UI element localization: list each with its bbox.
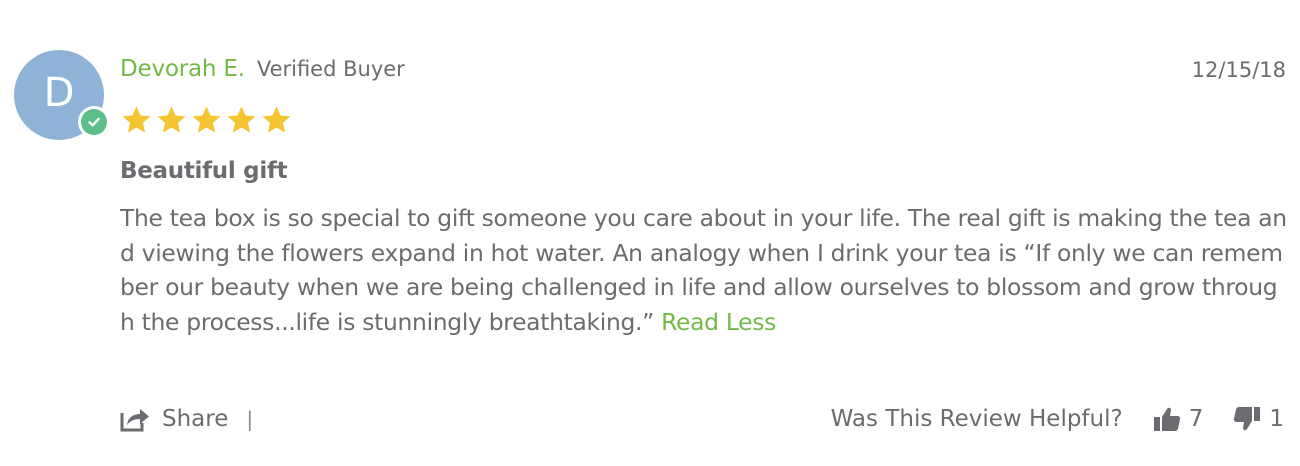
star-rating (120, 104, 293, 136)
author-name: Devorah E. (120, 56, 245, 82)
star-icon (225, 104, 258, 136)
thumbs-down-button[interactable]: 1 (1233, 406, 1284, 432)
star-icon (190, 104, 223, 136)
review-header: Devorah E. Verified Buyer (120, 56, 405, 88)
helpful-area: Was This Review Helpful? 7 1 (831, 402, 1284, 436)
verified-buyer-label: Verified Buyer (256, 57, 405, 81)
share-button[interactable]: Share (162, 406, 228, 432)
star-icon (260, 104, 293, 136)
verified-check-icon (78, 106, 110, 138)
avatar-initial: D (43, 70, 75, 116)
share-area: Share | (120, 402, 253, 436)
helpful-label: Was This Review Helpful? (830, 406, 1123, 432)
review-date: 12/15/18 (1191, 58, 1286, 82)
thumbs-down-icon (1233, 406, 1261, 432)
review-body: The tea box is so special to gift someon… (120, 201, 1288, 339)
star-icon (120, 104, 153, 136)
footer-divider: | (246, 407, 254, 431)
read-less-link[interactable]: Read Less (661, 308, 776, 336)
review-title: Beautiful gift (120, 158, 288, 184)
share-icon[interactable] (120, 406, 150, 432)
upvote-count: 7 (1188, 406, 1204, 432)
thumbs-up-button[interactable]: 7 (1153, 406, 1204, 432)
star-icon (155, 104, 188, 136)
downvote-count: 1 (1269, 406, 1284, 432)
thumbs-up-icon (1153, 406, 1181, 432)
